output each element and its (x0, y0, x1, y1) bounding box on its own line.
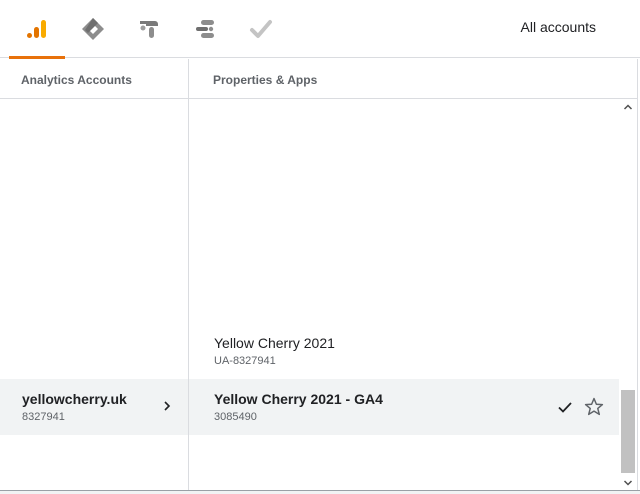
product-tab-analytics[interactable] (9, 0, 65, 59)
property-name: Yellow Cherry 2021 - GA4 (214, 391, 383, 407)
star-icon[interactable] (583, 396, 605, 418)
property-id: 3085490 (214, 411, 257, 423)
tag-manager-icon (82, 18, 104, 40)
property-id: UA-8327941 (214, 355, 276, 367)
chevron-right-icon (164, 401, 171, 411)
product-switcher-bar: All accounts (0, 0, 640, 59)
check-icon (558, 402, 572, 413)
scroll-up-arrow-icon[interactable] (622, 101, 634, 113)
scroll-down-arrow-icon[interactable] (622, 477, 634, 489)
property-row-selected[interactable]: Yellow Cherry 2021 - GA4 3085490 (189, 379, 619, 435)
all-accounts-link[interactable]: All accounts (521, 19, 596, 35)
optimize-icon (140, 21, 158, 38)
account-id: 8327941 (22, 411, 65, 423)
account-row[interactable]: yellowcherry.uk 8327941 (0, 379, 188, 435)
scrollbar-thumb[interactable] (621, 390, 635, 473)
surveys-icon (250, 20, 272, 38)
data-studio-icon (196, 20, 214, 38)
right-border (637, 59, 638, 491)
product-tab-surveys[interactable] (233, 0, 289, 58)
analytics-icon (27, 20, 46, 38)
accounts-column-header: Analytics Accounts (0, 59, 188, 99)
product-tab-tag-manager[interactable] (65, 0, 121, 58)
product-tab-data-studio[interactable] (177, 0, 233, 58)
property-name: Yellow Cherry 2021 (214, 335, 335, 351)
account-name: yellowcherry.uk (22, 391, 127, 407)
scrollbar[interactable] (619, 99, 637, 491)
properties-column-header: Properties & Apps (189, 59, 637, 99)
product-tab-optimize[interactable] (121, 0, 177, 58)
property-row[interactable]: Yellow Cherry 2021 UA-8327941 (189, 323, 619, 379)
